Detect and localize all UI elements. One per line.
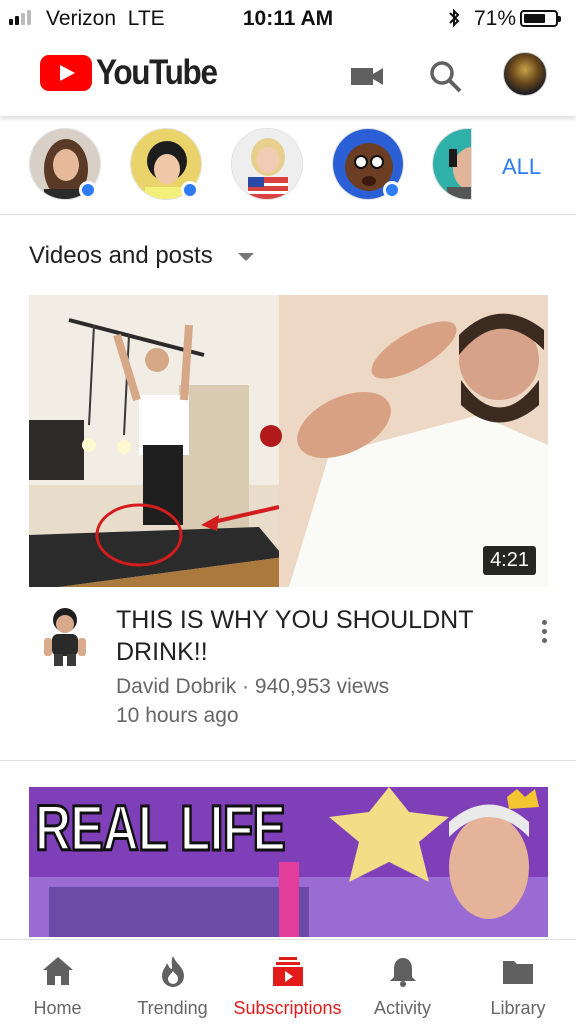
bluetooth-icon xyxy=(447,7,461,35)
nav-subscriptions[interactable]: Subscriptions xyxy=(230,940,345,1025)
youtube-logo[interactable]: YouTube xyxy=(40,53,230,93)
video-duration-badge: 4:21 xyxy=(483,546,536,575)
nav-label: Library xyxy=(490,998,546,1018)
upload-camera-icon[interactable] xyxy=(349,58,385,94)
nav-label: Subscriptions xyxy=(233,998,342,1018)
channel-avatar[interactable] xyxy=(432,128,472,200)
all-channels-link[interactable]: ALL xyxy=(502,154,541,180)
nav-label: Home xyxy=(33,998,82,1018)
status-bar: Verizon LTE 10:11 AM 71% xyxy=(0,0,576,36)
subscriptions-icon xyxy=(271,954,305,988)
app-header: YouTube xyxy=(0,36,576,116)
channel-name[interactable]: David Dobrik xyxy=(116,675,236,698)
account-avatar[interactable] xyxy=(503,52,547,96)
dropdown-caret-icon[interactable] xyxy=(238,253,254,261)
logo-text: YouTube xyxy=(96,53,218,92)
nav-trending[interactable]: Trending xyxy=(115,940,230,1025)
search-icon[interactable] xyxy=(427,58,463,94)
video-thumbnail[interactable]: 4:21 xyxy=(29,295,548,587)
battery-icon xyxy=(520,10,561,27)
play-logo-icon xyxy=(40,55,92,91)
nav-activity[interactable]: Activity xyxy=(345,940,460,1025)
channel-strip: ALL xyxy=(0,124,576,215)
divider xyxy=(0,760,576,761)
video-title[interactable]: THIS IS WHY YOU SHOULDNT DRINK!! xyxy=(116,604,496,668)
view-count: 940,953 views xyxy=(254,675,390,698)
bottom-nav: Home Trending Subscriptions Activity Lib… xyxy=(0,939,576,1025)
folder-icon xyxy=(501,954,535,988)
nav-library[interactable]: Library xyxy=(460,940,576,1025)
feed-filter-label[interactable]: Videos and posts xyxy=(29,242,213,270)
uploader-avatar[interactable] xyxy=(40,606,90,668)
nav-home[interactable]: Home xyxy=(0,940,115,1025)
channel-avatar[interactable] xyxy=(231,128,303,200)
battery-percent: 71% xyxy=(474,7,517,30)
new-content-dot xyxy=(181,181,199,199)
nav-label: Trending xyxy=(137,998,208,1018)
thumbnail-text: REAL LIFE xyxy=(34,792,287,865)
more-options-icon[interactable] xyxy=(536,620,552,650)
new-content-dot xyxy=(79,181,97,199)
home-icon xyxy=(41,954,75,988)
flame-icon xyxy=(156,954,190,988)
upload-age: 10 hours ago xyxy=(116,704,239,727)
video-thumbnail[interactable]: REAL LIFE xyxy=(29,787,548,937)
bell-icon xyxy=(386,954,420,988)
video-meta: David Dobrik · 940,953 views 10 hours ag… xyxy=(116,672,389,730)
nav-label: Activity xyxy=(373,998,431,1018)
new-content-dot xyxy=(383,181,401,199)
